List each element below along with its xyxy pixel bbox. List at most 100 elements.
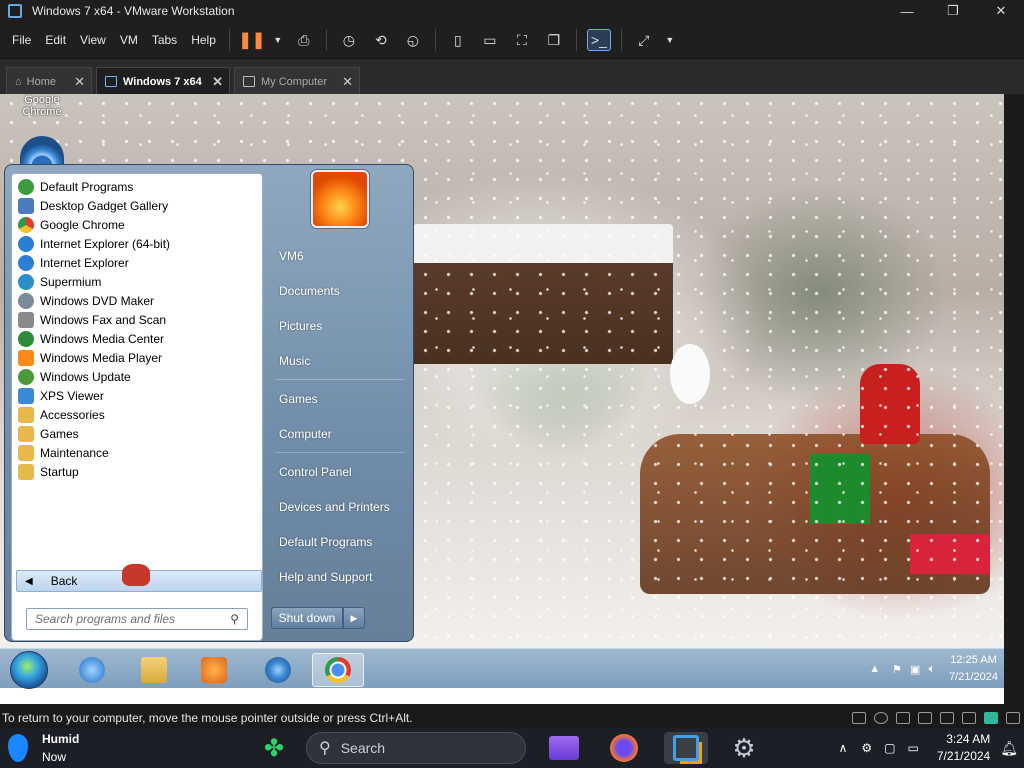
message-icon[interactable] [984,712,998,724]
library-icon[interactable]: ▯ [446,29,470,51]
floppy-icon[interactable] [896,712,910,724]
start-item-vm6[interactable]: VM6 [279,249,304,263]
user-picture[interactable] [311,170,369,228]
taskbar-supermium[interactable] [252,653,304,687]
guest-clock[interactable]: 12:25 AM 7/21/2024 [949,652,998,686]
start-item-games[interactable]: Games [279,392,318,406]
back-arrow-icon: ◀ [25,575,33,587]
menu-file[interactable]: File [5,33,38,47]
full-screen-icon[interactable]: ⛶ [510,29,534,51]
start-item-music[interactable]: Music [279,354,310,368]
guest-screen[interactable]: Google Chrome Default Programs Desktop G… [0,94,1004,704]
vmware-icon [673,735,699,761]
tab-my-computer[interactable]: My Computer ✕ [234,67,360,95]
shut-down-options-arrow-icon[interactable]: ▶ [343,607,365,629]
widgets-clover-icon[interactable]: ✤ [256,732,292,764]
close-tab-icon[interactable]: ✕ [342,74,353,90]
close-tab-icon[interactable]: ✕ [212,74,223,90]
stretch-icon[interactable] [1006,712,1020,724]
host-search-box[interactable]: ⚲ Search [306,732,526,764]
unity-icon[interactable]: ❐ [542,29,566,51]
guest-date: 7/21/2024 [949,671,998,683]
folder-accessories[interactable]: Accessories [18,405,105,424]
start-item-documents[interactable]: Documents [279,284,340,298]
chevron-down-icon[interactable]: ▼ [664,29,676,51]
network-adapter-icon[interactable] [918,712,932,724]
default-programs-icon [18,178,34,195]
usb-icon[interactable] [940,712,954,724]
program-supermium[interactable]: Supermium [18,272,101,291]
chevron-up-icon[interactable]: ∧ [839,741,848,755]
start-item-help-and-support[interactable]: Help and Support [279,570,372,584]
humidity-drop-icon [8,734,28,762]
thumbnail-bar-icon[interactable]: ▭ [478,29,502,51]
menu-view[interactable]: View [73,33,113,47]
start-item-default-programs[interactable]: Default Programs [279,535,372,549]
stretch-guest-icon[interactable]: ⤢ [632,29,656,51]
taskbar-internet-explorer[interactable] [66,653,118,687]
restore-button[interactable]: ❐ [930,0,976,22]
program-windows-update[interactable]: Windows Update [18,367,131,386]
bluetooth-icon[interactable]: ⚙ [861,741,872,755]
action-center-flag-icon[interactable]: ⚑ [892,663,902,676]
revert-snapshot-icon[interactable]: ⟲ [369,29,393,51]
send-ctrl-alt-del-icon[interactable]: ⎙ [292,29,316,51]
menu-tabs[interactable]: Tabs [145,33,184,47]
menu-help[interactable]: Help [184,33,223,47]
folder-maintenance[interactable]: Maintenance [18,443,109,462]
tab-windows-7-x64[interactable]: Windows 7 x64 ✕ [96,67,230,95]
program-label: Windows Update [40,369,131,384]
taskbar-settings[interactable]: ⚙ [726,732,762,764]
start-item-devices-and-printers[interactable]: Devices and Printers [279,500,390,514]
program-windows-fax-and-scan[interactable]: Windows Fax and Scan [18,310,166,329]
taskbar-vmware-workstation[interactable] [664,732,708,764]
host-clock[interactable]: 3:24 AM 7/21/2024 [937,731,990,765]
media-player-icon [18,349,34,366]
console-view-icon[interactable]: >_ [586,29,611,51]
program-internet-explorer-64[interactable]: Internet Explorer (64-bit) [18,234,170,253]
wifi-icon[interactable]: ▢ [884,741,895,755]
program-xps-viewer[interactable]: XPS Viewer [18,386,104,405]
start-search-input[interactable]: Search programs and files ⚲ [26,608,248,630]
program-windows-media-player[interactable]: Windows Media Player [18,348,162,367]
network-icon[interactable]: ▣ [910,663,920,676]
taskbar-google-chrome[interactable] [312,653,364,687]
tab-home[interactable]: ⌂ Home ✕ [6,67,92,95]
taskbar-media-player[interactable] [188,653,240,687]
menu-vm[interactable]: VM [113,33,145,47]
sound-card-icon[interactable] [962,712,976,724]
start-orb-button[interactable] [10,651,48,689]
hard-disk-icon[interactable] [852,712,866,724]
close-tab-icon[interactable]: ✕ [74,74,85,90]
taskbar-firefox[interactable] [606,732,642,764]
start-item-computer[interactable]: Computer [279,427,332,441]
battery-icon[interactable]: ▭ [907,741,918,755]
program-internet-explorer[interactable]: Internet Explorer [18,253,129,272]
menu-edit[interactable]: Edit [38,33,73,47]
program-default-programs[interactable]: Default Programs [18,177,133,196]
folder-startup[interactable]: Startup [18,462,79,481]
folder-games[interactable]: Games [18,424,79,443]
close-button[interactable]: ✕ [978,0,1024,22]
snapshot-icon[interactable]: ◷ [337,29,361,51]
desktop-icon-google-chrome[interactable]: Google Chrome [16,94,68,118]
chevron-up-icon[interactable]: ▲ [869,663,880,675]
taskbar-windows-explorer[interactable] [128,653,180,687]
program-windows-media-center[interactable]: Windows Media Center [18,329,164,348]
pause-icon[interactable]: ❚❚ [238,29,265,51]
shut-down-button[interactable]: Shut down [271,607,343,629]
minimize-button[interactable]: — [884,0,930,22]
weather-widget[interactable]: Humid Now [8,730,79,766]
start-item-control-panel[interactable]: Control Panel [279,465,352,479]
notification-bell-icon[interactable]: 🔔︎ [1000,740,1018,757]
volume-icon[interactable]: 🔈︎ [928,663,935,676]
start-item-pictures[interactable]: Pictures [279,319,322,333]
program-google-chrome[interactable]: Google Chrome [18,215,125,234]
chevron-down-icon[interactable]: ▼ [272,29,284,51]
taskbar-file-explorer[interactable] [546,732,582,764]
program-windows-dvd-maker[interactable]: Windows DVD Maker [18,291,154,310]
cd-drive-icon[interactable] [874,712,888,724]
program-desktop-gadget-gallery[interactable]: Desktop Gadget Gallery [18,196,168,215]
gadget-gallery-icon [18,197,34,214]
snapshot-manager-icon[interactable]: ◵ [401,29,425,51]
